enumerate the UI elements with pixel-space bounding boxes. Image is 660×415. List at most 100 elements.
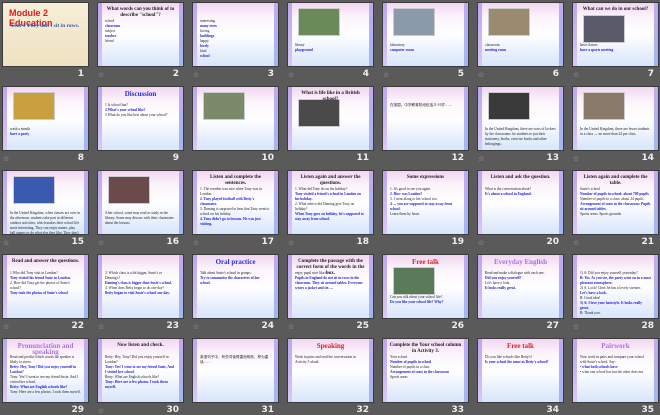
animation-star-icon[interactable]: ☆ xyxy=(573,71,579,79)
animation-star-icon[interactable]: ☆ xyxy=(98,239,104,247)
slide-thumbnail-24[interactable]: Oral practice Talk about Susie's school i… xyxy=(192,254,279,319)
slide-text-line: Is your school the same as Betty's schoo… xyxy=(485,360,549,364)
slide-thumbnail-26[interactable]: Free talk Can you talk about your school … xyxy=(382,254,469,319)
slide-number: 17 xyxy=(261,237,274,247)
animation-star-icon[interactable]: ☆ xyxy=(193,71,199,79)
slide-thumbnail-29[interactable]: Pronunciation and speaking Read and predi… xyxy=(2,338,89,403)
slide-body: Talk about Susie's school in groups. Try … xyxy=(200,271,271,286)
slide-thumbnail-30[interactable]: Now listen and check. Betty: Hey, Tony! D… xyxy=(97,338,184,403)
slide-photo xyxy=(393,8,435,36)
animation-star-icon[interactable]: ☆ xyxy=(98,407,104,415)
animation-star-icon[interactable]: ☆ xyxy=(573,239,579,247)
slide-body: 1.Who did Tony visit in London? Tony visi… xyxy=(10,271,81,296)
slide-body: Read and predict which words the speaker… xyxy=(10,355,81,395)
slide-thumbnail-17[interactable]: Listen and complete the sentences. 1. The… xyxy=(192,170,279,235)
slide-thumbnail-35[interactable]: Pairwork Now work in pairs and compare yo… xyxy=(572,338,659,403)
slide-text-line: Betty: Hey, Tony! Did you enjoy yourself… xyxy=(10,365,77,374)
slide-photo xyxy=(298,8,340,36)
animation-star-icon[interactable]: ☆ xyxy=(98,71,104,79)
animation-star-icon[interactable]: ☆ xyxy=(98,323,104,331)
slide-number: 32 xyxy=(356,405,369,415)
slide-text-line: 英语句子中，有些词读得重而响亮，称为重读…… xyxy=(200,355,269,364)
slide-number: 35 xyxy=(641,405,654,415)
slide-thumbnail-31[interactable]: 英语句子中，有些词读得重而响亮，称为重读…… xyxy=(192,338,279,403)
slide-thumbnail-16[interactable]: After school, some may read or study in … xyxy=(97,170,184,235)
animation-star-icon[interactable]: ☆ xyxy=(3,239,9,247)
slide-thumbnail-13[interactable]: In the United Kingdom, there are rows of… xyxy=(477,86,564,151)
slide-body: have classes have a sports meeting xyxy=(580,43,651,53)
animation-star-icon[interactable]: ☆ xyxy=(573,155,579,163)
slide-text-line: Betty began to visit Susie's school one … xyxy=(105,291,170,295)
animation-star-icon[interactable]: ☆ xyxy=(478,155,484,163)
slide-thumbnail-18[interactable]: Listen again and answer the questions. 1.… xyxy=(287,170,374,235)
slide-photo xyxy=(393,267,435,295)
slide-title: Now listen and check. xyxy=(117,343,164,348)
slide-photo xyxy=(13,92,55,120)
slide-body: school classroom subject teacher friend xyxy=(105,19,176,44)
slide-body: Susie's school Number of pupils in school… xyxy=(580,187,651,217)
slide-thumbnail-21[interactable]: Listen again and complete the table. Susi… xyxy=(572,170,659,235)
slide-number: 34 xyxy=(546,405,559,415)
slide-text-line: Work in pairs and read the conversation … xyxy=(295,355,356,364)
animation-star-icon[interactable]: ☆ xyxy=(478,71,484,79)
animation-star-icon[interactable]: ☆ xyxy=(288,323,294,331)
slide-text-line: Sports areas: Sports grounds xyxy=(580,212,622,216)
slide-thumbnail-20[interactable]: Listen and ask the question. What is the … xyxy=(477,170,564,235)
slide-number: 21 xyxy=(641,237,654,247)
animation-star-icon[interactable]: ☆ xyxy=(478,239,484,247)
slide-title: Read and answer the questions. xyxy=(11,259,80,264)
animation-star-icon[interactable]: ☆ xyxy=(573,323,579,331)
slide-thumbnail-12[interactable]: 在英国，中学教育阶段包括11-16岁…… xyxy=(382,86,469,151)
slide-thumbnail-19[interactable]: Some expressions 1. It's good to see you … xyxy=(382,170,469,235)
slide-text-line: When Tony goes on holiday, he's supposed… xyxy=(295,212,364,221)
animation-star-icon[interactable]: ☆ xyxy=(288,71,294,79)
slide-body: 1. The weather was nice when Tony was in… xyxy=(200,187,271,227)
slide-text-line: 4. Tony didn't go to lessons. He was jus… xyxy=(200,217,261,226)
slide-title: Speaking xyxy=(316,342,345,350)
slide-thumbnail-14[interactable]: In the United Kingdom, there are fewer s… xyxy=(572,86,659,151)
animation-star-icon[interactable]: ☆ xyxy=(3,155,9,163)
slide-text-line: Tony took the photos of Susie's school xyxy=(10,291,68,295)
slide-thumbnail-34[interactable]: Free talk Do you like schools like Betty'… xyxy=(477,338,564,403)
slide-title: What is life like in a British school? xyxy=(301,91,360,102)
slide-thumbnail-32[interactable]: Speaking Work in pairs and read the conve… xyxy=(287,338,374,403)
slide-thumbnail-3[interactable]: interesting many trees boring buildings happ… xyxy=(192,2,279,67)
slide-text-line: 3) A: I love your hairstyle. It looks re… xyxy=(580,301,643,310)
slide-thumbnail-1[interactable]: Module 2 Education Unit 1 They don't sit … xyxy=(2,2,89,67)
slide-title: Free talk xyxy=(507,342,534,350)
slide-thumbnail-33[interactable]: Complete the Your school column in Activ… xyxy=(382,338,469,403)
slide-thumbnail-7[interactable]: What can we do in our school? have classe… xyxy=(572,2,659,67)
slide-body: In the United Kingdom, there are rows of… xyxy=(485,127,556,147)
slide-text-line: 在英国，中学教育阶段包括11-16岁…… xyxy=(390,103,453,107)
slide-thumbnail-5[interactable]: laboratory computer room xyxy=(382,2,469,67)
slide-thumbnail-8[interactable]: wash a mouth have a party xyxy=(2,86,89,151)
slide-body: laboratory computer room xyxy=(390,43,461,53)
slide-thumbnail-6[interactable]: classroom meeting room xyxy=(477,2,564,67)
slide-number: 7 xyxy=(647,69,654,79)
slide-body: In the United Kingdom, when classes are … xyxy=(10,211,81,234)
slide-thumbnail-22[interactable]: Read and answer the questions. 1.Who did … xyxy=(2,254,89,319)
slide-title: Discussion xyxy=(124,90,157,98)
animation-star-icon[interactable]: ☆ xyxy=(193,323,199,331)
animation-star-icon[interactable]: ☆ xyxy=(383,71,389,79)
slide-number: 24 xyxy=(261,321,274,331)
slide-text-line: 2. What advice did Daming give Tony on h… xyxy=(295,202,355,211)
slide-text-line: 2. Tony played football with Betty's cla… xyxy=(200,197,255,206)
animation-star-icon[interactable]: ☆ xyxy=(288,239,294,247)
slide-thumbnail-25[interactable]: Complete the passage with the correct fo… xyxy=(287,254,374,319)
slide-thumbnail-15[interactable]: In the United Kingdom, when classes are … xyxy=(2,170,89,235)
slide-thumbnail-2[interactable]: What words can you think of to describe … xyxy=(97,2,184,67)
slide-thumbnail-10[interactable] xyxy=(192,86,279,151)
slide-text-line: Try to summarise the characters of her s… xyxy=(200,276,260,285)
animation-star-icon[interactable]: ☆ xyxy=(193,239,199,247)
slide-text-line: Read and predict which words the speaker… xyxy=(10,355,75,364)
slide-thumbnail-23[interactable]: 3. Which class is a bit bigger, Susie's … xyxy=(97,254,184,319)
slide-thumbnail-4[interactable]: library playground xyxy=(287,2,374,67)
slide-title: What can we do in our school? xyxy=(582,7,649,12)
slide-thumbnail-28[interactable]: 1) A: Did you enjoy yourself yesterday? B… xyxy=(572,254,659,319)
slide-thumbnail-11[interactable]: What is life like in a British school? xyxy=(287,86,374,151)
slide-thumbnail-9[interactable]: Discussion 1.Is school fun? 2.What's your … xyxy=(97,86,184,151)
slide-thumbnail-27[interactable]: Everyday English Read and make a dialogue… xyxy=(477,254,564,319)
animation-star-icon[interactable]: ☆ xyxy=(3,323,9,331)
slide-number: 26 xyxy=(451,321,464,331)
